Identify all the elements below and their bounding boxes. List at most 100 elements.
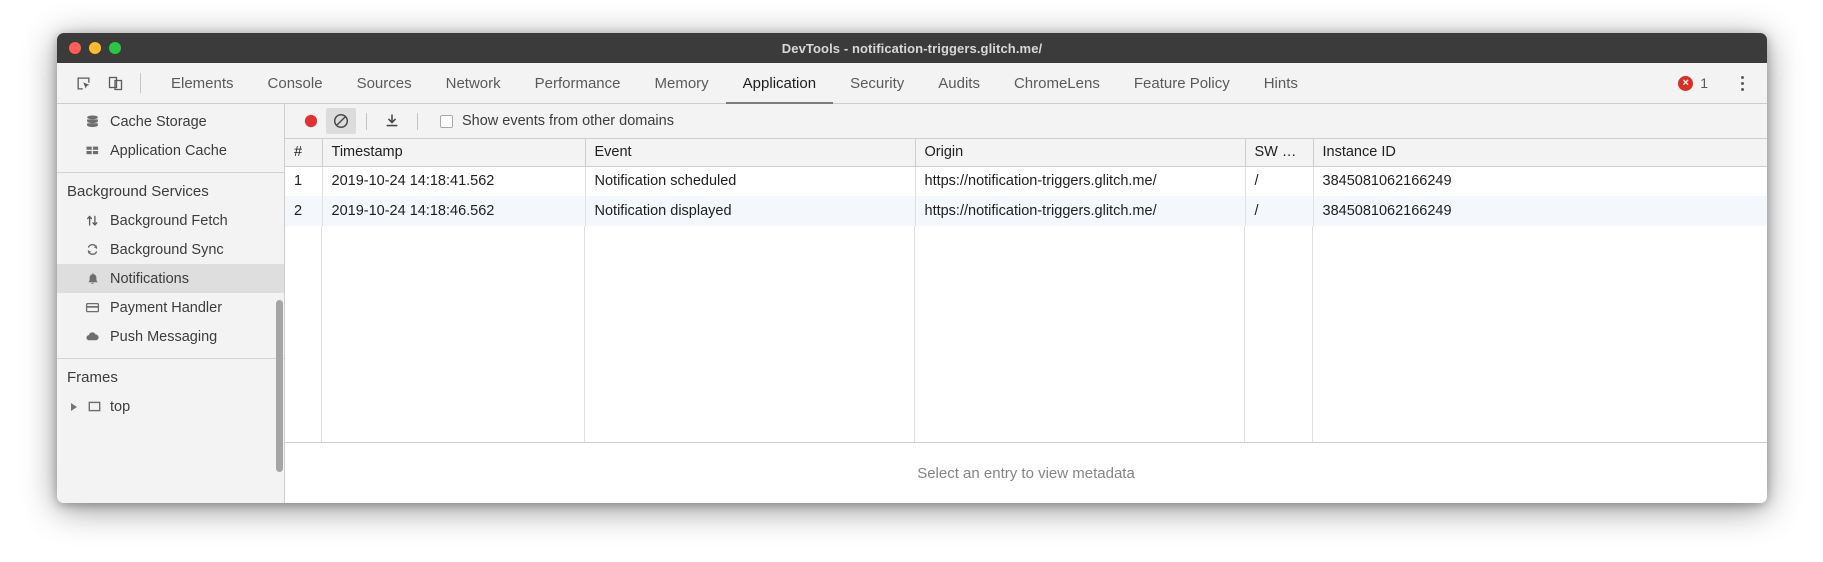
credit-card-icon [84, 299, 101, 316]
sidebar-item-application-cache[interactable]: Application Cache [57, 136, 284, 165]
devtools-window: DevTools - notification-triggers.glitch.… [57, 33, 1767, 503]
toolbar-divider [140, 73, 141, 93]
cell-index: 2 [285, 196, 322, 226]
sidebar-item-label: Background Sync [110, 242, 224, 258]
tab-console[interactable]: Console [251, 64, 340, 104]
cell-timestamp: 2019-10-24 14:18:46.562 [322, 196, 585, 226]
show-other-domains-checkbox[interactable]: Show events from other domains [440, 113, 674, 129]
table-row[interactable]: 2 2019-10-24 14:18:46.562 Notification d… [285, 196, 1767, 226]
checkbox-box[interactable] [440, 115, 453, 128]
cell-origin: https://notification-triggers.glitch.me/ [915, 166, 1245, 196]
chevron-right-icon[interactable] [71, 403, 77, 411]
cell-instance-id: 3845081062166249 [1313, 196, 1767, 226]
database-icon [84, 113, 101, 130]
filler-col-timestamp [322, 226, 585, 442]
sidebar-item-cache-storage[interactable]: Cache Storage [57, 107, 284, 136]
column-header-index[interactable]: # [285, 139, 322, 166]
cell-instance-id: 3845081062166249 [1313, 166, 1767, 196]
column-header-instance-id[interactable]: Instance ID [1313, 139, 1767, 166]
minimize-window-button[interactable] [89, 42, 101, 54]
sidebar-item-frame-top[interactable]: top [57, 392, 284, 421]
cell-event: Notification displayed [585, 196, 915, 226]
tab-security[interactable]: Security [833, 64, 921, 104]
filler-col-sw [1245, 226, 1313, 442]
record-button[interactable] [296, 108, 326, 134]
tab-elements[interactable]: Elements [154, 64, 251, 104]
events-table-container: # Timestamp Event Origin SW … Instance I… [285, 139, 1767, 443]
grid-icon [84, 142, 101, 159]
arrows-updown-icon [84, 212, 101, 229]
metadata-empty-view: Select an entry to view metadata [285, 443, 1767, 503]
tab-application[interactable]: Application [726, 64, 833, 104]
sidebar-item-notifications[interactable]: Notifications [57, 264, 284, 293]
tab-sources[interactable]: Sources [340, 64, 429, 104]
screenshot-root: DevTools - notification-triggers.glitch.… [0, 0, 1823, 562]
checkbox-label: Show events from other domains [462, 113, 674, 129]
frame-icon [86, 398, 103, 415]
sidebar-divider [57, 172, 284, 173]
filler-col-origin [915, 226, 1245, 442]
window-title: DevTools - notification-triggers.glitch.… [57, 41, 1767, 56]
sidebar-item-label: Cache Storage [110, 114, 207, 130]
sidebar-item-label: Notifications [110, 271, 189, 287]
maximize-window-button[interactable] [109, 42, 121, 54]
title-bar: DevTools - notification-triggers.glitch.… [57, 33, 1767, 63]
filler-col-event [585, 226, 915, 442]
sidebar-item-label: Payment Handler [110, 300, 222, 316]
sidebar-section-background-services: Background Services [57, 177, 284, 206]
column-header-origin[interactable]: Origin [915, 139, 1245, 166]
application-sidebar: Cache Storage Application Cache Bac [57, 104, 285, 503]
notifications-panel: Show events from other domains [285, 104, 1767, 503]
export-button[interactable] [377, 108, 407, 134]
more-options-icon[interactable] [1727, 68, 1757, 98]
table-header-row: # Timestamp Event Origin SW … Instance I… [285, 139, 1767, 166]
cell-origin: https://notification-triggers.glitch.me/ [915, 196, 1245, 226]
tab-chromelens[interactable]: ChromeLens [997, 64, 1117, 104]
sidebar-item-push-messaging[interactable]: Push Messaging [57, 322, 284, 351]
inspect-element-icon[interactable] [67, 63, 99, 103]
tab-audits[interactable]: Audits [921, 64, 997, 104]
tab-feature-policy[interactable]: Feature Policy [1117, 64, 1247, 104]
refresh-icon [84, 241, 101, 258]
cell-event: Notification scheduled [585, 166, 915, 196]
sidebar-item-background-sync[interactable]: Background Sync [57, 235, 284, 264]
cell-sw: / [1245, 196, 1313, 226]
sidebar-scrollbar[interactable] [276, 300, 283, 472]
metadata-empty-message: Select an entry to view metadata [917, 465, 1135, 482]
tab-memory[interactable]: Memory [638, 64, 726, 104]
cell-timestamp: 2019-10-24 14:18:41.562 [322, 166, 585, 196]
traffic-lights [69, 33, 121, 63]
cloud-icon [84, 328, 101, 345]
tab-bar-right-controls: × 1 [1670, 63, 1767, 103]
sidebar-item-payment-handler[interactable]: Payment Handler [57, 293, 284, 322]
device-toolbar-icon[interactable] [99, 63, 131, 103]
filler-col-instance-id [1313, 226, 1767, 442]
filler-col-index [285, 226, 322, 442]
sidebar-item-label: Background Fetch [110, 213, 228, 229]
error-icon: × [1678, 76, 1693, 91]
sidebar-item-background-fetch[interactable]: Background Fetch [57, 206, 284, 235]
table-header: # Timestamp Event Origin SW … Instance I… [285, 139, 1767, 166]
sidebar-item-label: Application Cache [110, 143, 227, 159]
column-header-timestamp[interactable]: Timestamp [322, 139, 585, 166]
error-count: 1 [1700, 75, 1708, 91]
tab-list: Elements Console Sources Network Perform… [154, 63, 1315, 103]
devtools-body: Cache Storage Application Cache Bac [57, 104, 1767, 503]
table-body: 1 2019-10-24 14:18:41.562 Notification s… [285, 166, 1767, 226]
close-window-button[interactable] [69, 42, 81, 54]
events-table: # Timestamp Event Origin SW … Instance I… [285, 139, 1767, 226]
column-header-event[interactable]: Event [585, 139, 915, 166]
tab-network[interactable]: Network [429, 64, 518, 104]
column-header-sw[interactable]: SW … [1245, 139, 1313, 166]
table-empty-area [285, 226, 1767, 442]
clear-button[interactable] [326, 108, 356, 134]
table-row[interactable]: 1 2019-10-24 14:18:41.562 Notification s… [285, 166, 1767, 196]
panel-toolbar: Show events from other domains [285, 104, 1767, 139]
toolbar-divider [366, 113, 367, 130]
sidebar-divider [57, 358, 284, 359]
error-badge[interactable]: × 1 [1670, 75, 1716, 91]
tab-hints[interactable]: Hints [1247, 64, 1315, 104]
tab-performance[interactable]: Performance [518, 64, 638, 104]
devtools-tab-bar: Elements Console Sources Network Perform… [57, 63, 1767, 104]
bell-icon [84, 270, 101, 287]
